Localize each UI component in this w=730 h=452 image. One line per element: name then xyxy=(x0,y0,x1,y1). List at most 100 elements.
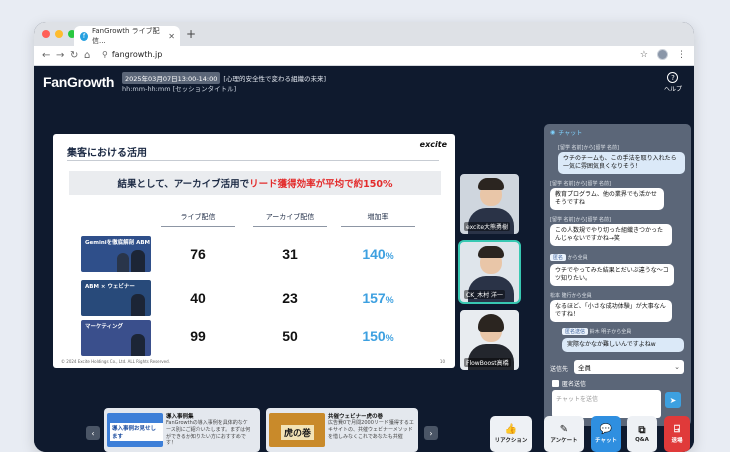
forward-icon[interactable]: → xyxy=(56,50,64,61)
message-meta-text: 鈴木 明子から全員 xyxy=(589,329,632,335)
rate-unit: % xyxy=(385,333,394,343)
site-info-icon[interactable]: ⚲ xyxy=(102,50,108,59)
column-rule xyxy=(253,226,327,227)
speaker-video-1[interactable]: excite大熊勇樹 xyxy=(458,172,521,236)
survey-button[interactable]: ✎ アンケート xyxy=(544,416,584,452)
survey-label: アンケート xyxy=(550,438,578,444)
resource-card-1[interactable]: 導入事例お見せします 導入事例集 FanGrowthの導入事例を具体的なケース別… xyxy=(104,408,260,452)
resource-title: 共催ウェビナー虎の巻 xyxy=(328,414,384,420)
chat-bubble-icon: 💬 xyxy=(599,424,613,435)
new-tab-button[interactable]: + xyxy=(186,27,196,41)
rate-unit: % xyxy=(385,251,394,261)
live-value: 76 xyxy=(190,246,206,262)
webinar-thumbnail: マーケティング xyxy=(81,320,151,356)
anonymous-checkbox[interactable] xyxy=(552,380,559,387)
rate-value: 157% xyxy=(341,290,415,306)
thumbnail-text: 導入事例お見せします xyxy=(110,423,163,441)
chat-message: ウチのチームも、この手法を取り入れたら一気に雰囲気良くなりそう！ xyxy=(558,152,685,175)
menu-kebab-icon[interactable]: ⋮ xyxy=(677,50,686,60)
slide-page-number: 10 xyxy=(439,359,445,364)
window-controls xyxy=(42,30,76,38)
help-button[interactable]: ? ヘルプ xyxy=(664,72,682,93)
close-window-button[interactable] xyxy=(42,30,50,38)
qa-icon: ⧉ xyxy=(638,425,646,436)
archive-value: 31 xyxy=(282,246,298,262)
resource-description: 広告費0で月間2000リード獲得するエキサイトの、共催ウェビナーメソッドを惜しみ… xyxy=(328,420,414,440)
message-meta: 匿名 から全員 xyxy=(550,254,588,261)
exit-icon: ⍈ xyxy=(674,424,680,435)
logo: FanGrowth xyxy=(43,74,115,90)
tab-title: FanGrowth ライブ配信... xyxy=(92,27,160,45)
bookmark-star-icon[interactable]: ☆ xyxy=(640,50,648,60)
webinar-thumbnail: Geminiを徹底解剖 ABM xyxy=(81,236,151,272)
live-value: 40 xyxy=(190,290,206,306)
anonymous-badge: 匿名送信 xyxy=(562,328,589,335)
speaker-hair xyxy=(478,246,504,258)
column-rule xyxy=(341,226,415,227)
favicon-icon: f xyxy=(80,31,88,41)
speaker-video-2[interactable]: CK_木村 洋一 xyxy=(458,240,521,304)
anonymous-badge: 匿名 xyxy=(550,254,567,261)
speaker-name: excite大熊勇樹 xyxy=(464,222,511,231)
chevron-down-icon: ⌄ xyxy=(674,363,680,371)
column-header-live: ライブ配信 xyxy=(180,213,216,221)
chat-message: 実際なかなか難しいんですよねw xyxy=(562,338,684,353)
webinar-app: FanGrowth 2025年03月07日13:00-14:00 [心理的安全性… xyxy=(34,66,694,452)
chat-title: チャット xyxy=(558,130,583,137)
minimize-window-button[interactable] xyxy=(55,30,63,38)
slide-copyright: © 2024 Excite Holdings Co., Ltd. ALL Rig… xyxy=(61,359,170,364)
chat-panel: ◉ チャット [留学 名前]から[留学 名前] ウチのチームも、この手法を取り入… xyxy=(544,124,691,426)
chat-input[interactable]: チャットを送信 xyxy=(552,390,661,418)
column-header-archive: アーカイブ配信 xyxy=(265,213,315,221)
chat-messages[interactable]: [留学 名前]から[留学 名前] ウチのチームも、この手法を取り入れたら一気に雰… xyxy=(544,138,691,354)
thumbs-up-icon: 👍 xyxy=(504,424,518,435)
carousel-prev-button[interactable]: ‹ xyxy=(86,426,100,440)
event-title: [心理的安全性で変わる組織の未来] xyxy=(223,75,326,83)
slide-brand-logo: excite xyxy=(419,140,447,149)
slide-title: 集客における活用 xyxy=(67,148,147,159)
resource-card-2[interactable]: 虎の巻 共催ウェビナー虎の巻 広告費0で月間2000リード獲得するエキサイトの、… xyxy=(266,408,418,452)
reaction-label: リアクション xyxy=(494,438,528,444)
tab-close-icon[interactable]: ✕ xyxy=(168,32,175,41)
leave-label: 退場 xyxy=(671,438,683,444)
chevron-left-icon: ‹ xyxy=(91,428,95,438)
message-meta-text: から全員 xyxy=(567,255,588,261)
chat-message: なるほど、「小さな成功体験」が大事なんですね！ xyxy=(550,300,672,323)
rate-number: 150 xyxy=(362,328,386,344)
leave-button[interactable]: ⍈ 退場 xyxy=(664,416,690,452)
send-icon: ➤ xyxy=(669,395,677,405)
message-meta: 匿名送信 鈴木 明子から全員 xyxy=(562,328,631,335)
reaction-button[interactable]: 👍 リアクション xyxy=(490,416,532,452)
resource-title: 導入事例集 xyxy=(166,414,194,420)
back-icon[interactable]: ← xyxy=(42,50,50,61)
send-button[interactable]: ➤ xyxy=(665,392,681,408)
chat-button[interactable]: 💬 チャット xyxy=(591,416,621,452)
resource-thumbnail: 導入事例お見せします xyxy=(107,413,163,447)
rate-value: 150% xyxy=(341,328,415,344)
rate-number: 140 xyxy=(362,246,386,262)
column-rule xyxy=(161,226,235,227)
speaker-name: CK_木村 洋一 xyxy=(464,290,506,299)
browser-tab[interactable]: f FanGrowth ライブ配信... ✕ xyxy=(74,26,180,46)
home-icon[interactable]: ⌂ xyxy=(84,50,90,61)
reload-icon[interactable]: ↻ xyxy=(70,50,78,61)
speaker-name: FlowBoost高橋 xyxy=(464,358,511,367)
chat-label: チャット xyxy=(595,438,617,444)
anonymous-send-toggle[interactable]: 匿名送信 xyxy=(552,379,586,388)
qa-button[interactable]: ⧉ Q&A xyxy=(627,416,657,452)
url-field[interactable]: ⚲ fangrowth.jp xyxy=(102,50,162,59)
send-destination-select[interactable]: 全員 ⌄ xyxy=(574,360,684,374)
help-label: ヘルプ xyxy=(663,86,682,93)
address-bar-actions: ☆ ⋮ xyxy=(640,49,686,60)
anonymous-send-label: 匿名送信 xyxy=(562,381,587,388)
carousel-next-button[interactable]: › xyxy=(424,426,438,440)
speaker-video-3[interactable]: FlowBoost高橋 xyxy=(458,308,521,372)
webinar-thumbnail: ABM × ウェビナー xyxy=(81,280,151,316)
headline-highlight: リード獲得効率が平均で約150% xyxy=(249,179,393,190)
presentation-slide: 集客における活用 excite 結果として、アーカイブ活用で リード獲得効率が平均… xyxy=(53,134,455,368)
message-meta: [留学 名前]から[留学 名前] xyxy=(550,181,611,187)
person-silhouette xyxy=(117,253,129,272)
profile-avatar[interactable] xyxy=(657,49,668,60)
live-value: 99 xyxy=(190,328,206,344)
person-silhouette xyxy=(131,250,145,272)
